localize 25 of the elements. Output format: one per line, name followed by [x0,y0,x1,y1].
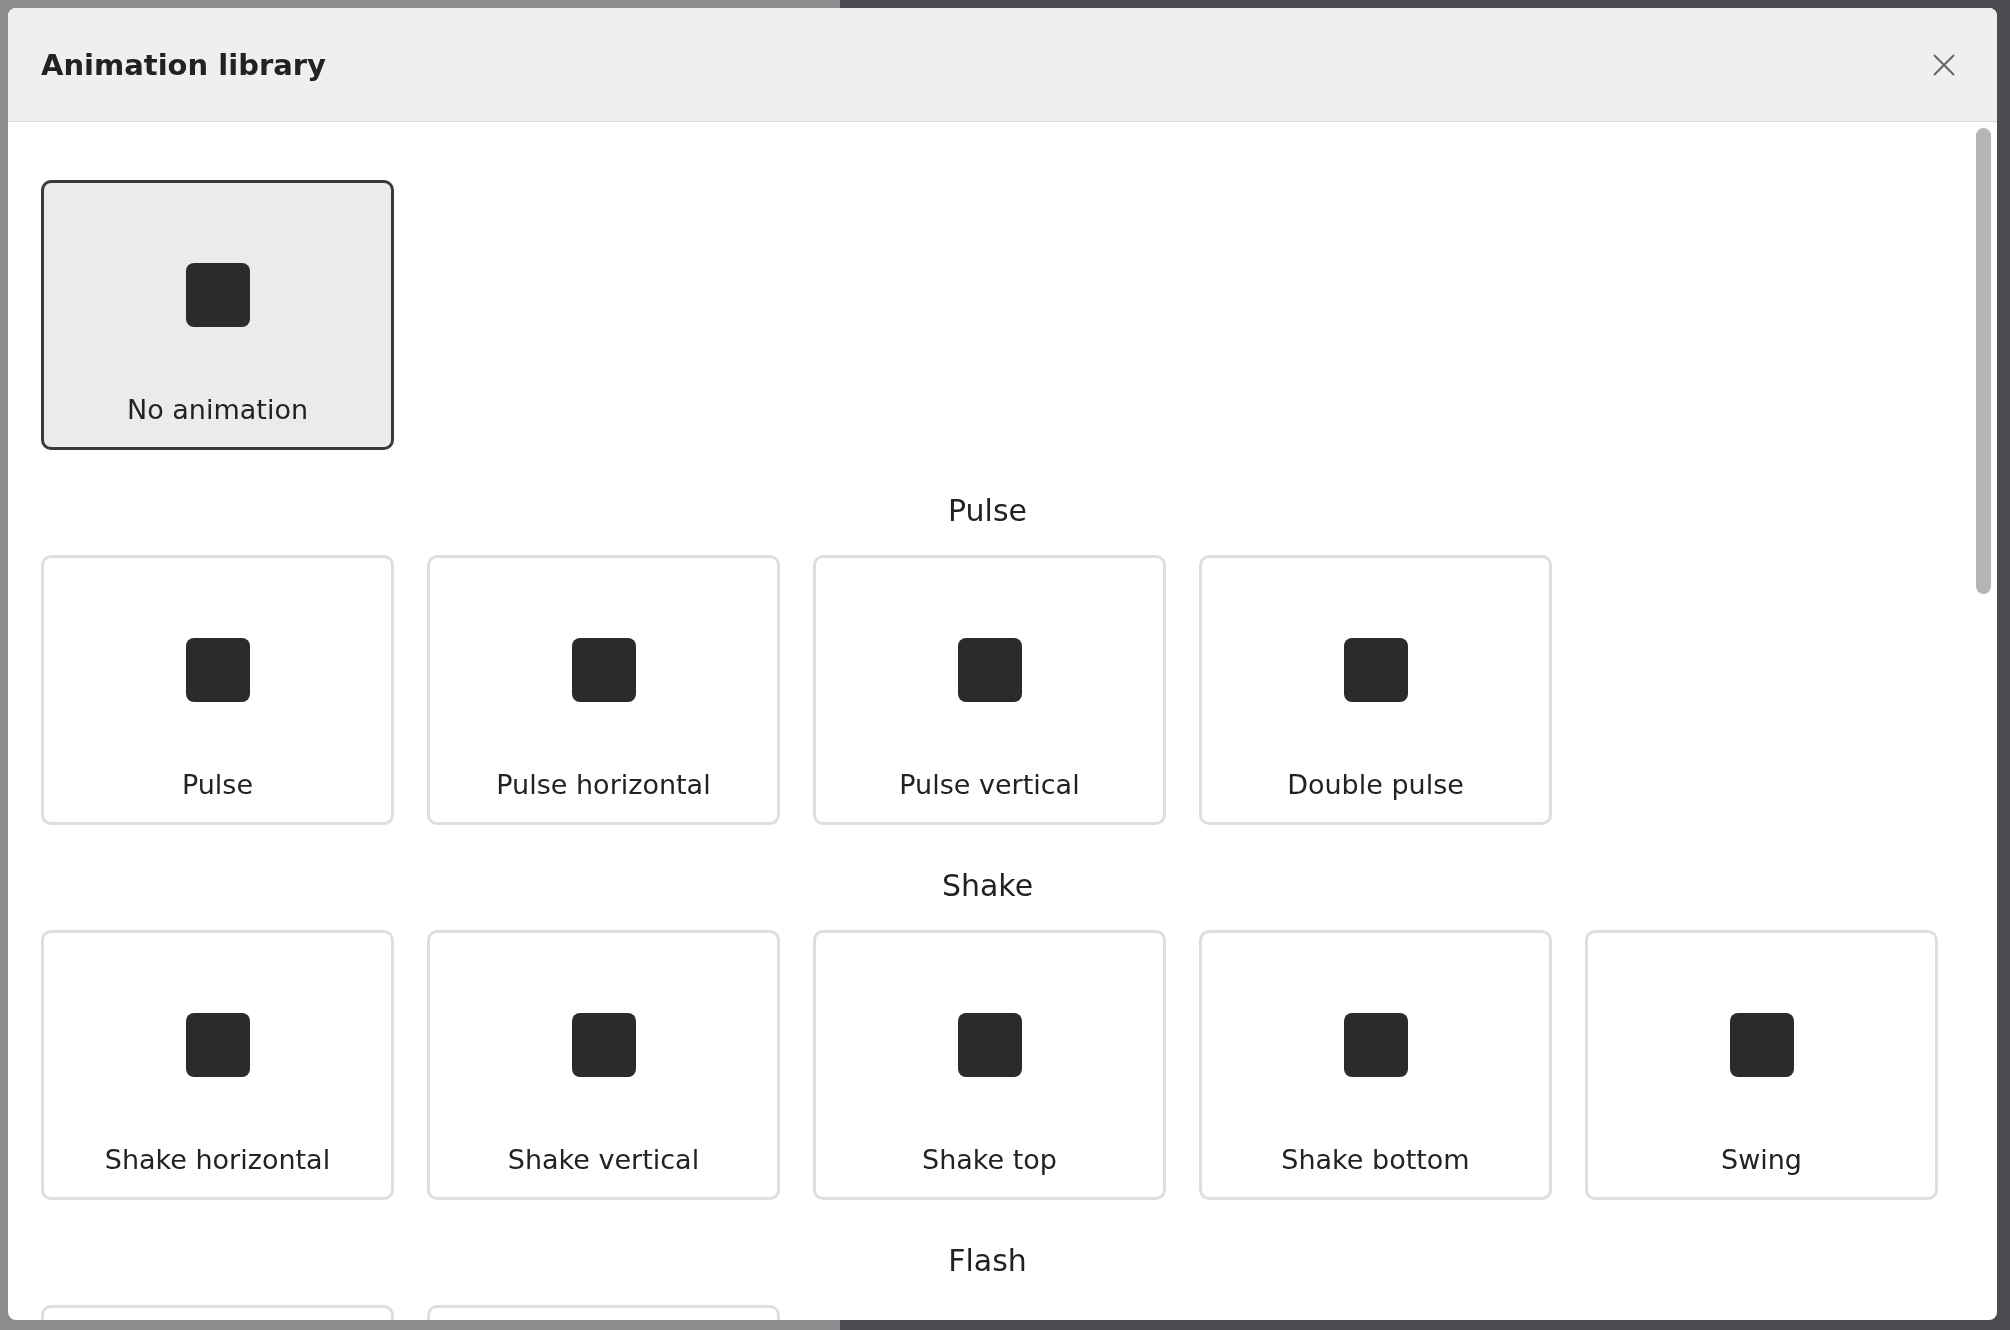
animation-card[interactable]: Pulse vertical [813,555,1166,825]
animation-card[interactable]: Shake top [813,930,1166,1200]
square-icon [185,1013,250,1077]
animation-card[interactable]: Pulse [41,555,394,825]
square-icon [185,263,250,327]
animation-card[interactable]: Shake horizontal [41,930,394,1200]
square-icon [957,1013,1022,1077]
square-icon [1343,638,1408,702]
section-heading: Flash [947,1241,1028,1280]
dialog-title: Animation library [41,47,326,82]
section-heading: Shake [940,866,1035,905]
square-icon [185,638,250,702]
animation-card[interactable]: Swing [1585,930,1938,1200]
scrollbar-thumb[interactable] [1976,128,1991,594]
square-icon [571,638,636,702]
animation-card[interactable]: Pulse horizontal [427,555,780,825]
square-icon [957,638,1022,702]
section-heading: Pulse [947,491,1028,530]
square-icon [1729,1013,1794,1077]
square-icon [571,1013,636,1077]
animation-card[interactable]: No animation [41,180,394,450]
animation-card[interactable]: Shake vertical [427,930,780,1200]
animation-card[interactable]: Shake bottom [1199,930,1552,1200]
square-icon [1343,1013,1408,1077]
animation-card[interactable]: Double pulse [1199,555,1552,825]
